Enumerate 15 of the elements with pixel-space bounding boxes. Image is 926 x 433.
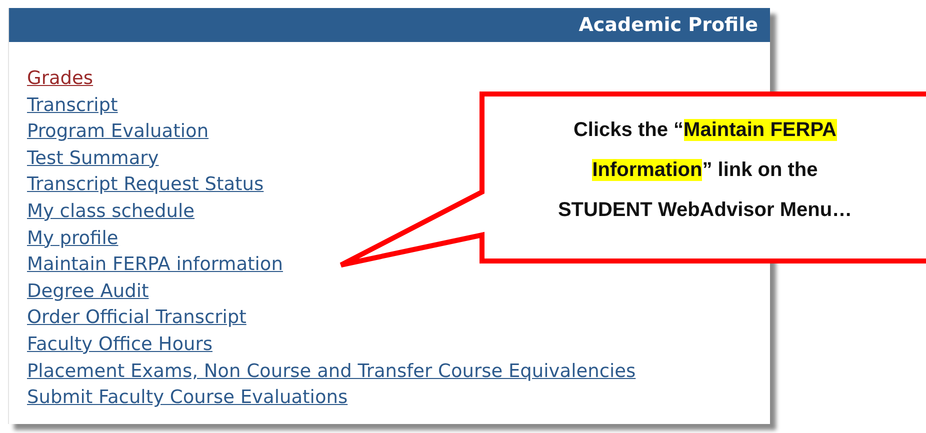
menu-link[interactable]: Placement Exams, Non Course and Transfer Course Equivalencies [27, 358, 636, 386]
menu-link[interactable]: My class schedule [27, 198, 195, 226]
menu-link[interactable]: My profile [27, 226, 118, 252]
callout-text: Clicks the “Maintain FERPA Information” link on the STUDENT WebAdvisor Menu… [556, 118, 854, 223]
menu-link[interactable]: Submit Faculty Course Evaluations [27, 385, 348, 412]
panel-title: Academic Profile [578, 14, 758, 36]
menu-link[interactable]: Test Summary [27, 146, 159, 172]
menu-link[interactable]: Maintain FERPA information [27, 252, 283, 279]
menu-link[interactable]: Program Evaluation [27, 119, 209, 146]
menu-link[interactable]: Faculty Office Hours [27, 332, 212, 359]
menu-link[interactable]: Transcript Request Status [27, 172, 264, 199]
menu-link[interactable]: Transcript [27, 92, 118, 120]
menu-link[interactable]: Order Official Transcript [27, 305, 246, 332]
menu-link[interactable]: Degree Audit [27, 278, 149, 306]
menu-link[interactable]: Grades [27, 66, 94, 93]
